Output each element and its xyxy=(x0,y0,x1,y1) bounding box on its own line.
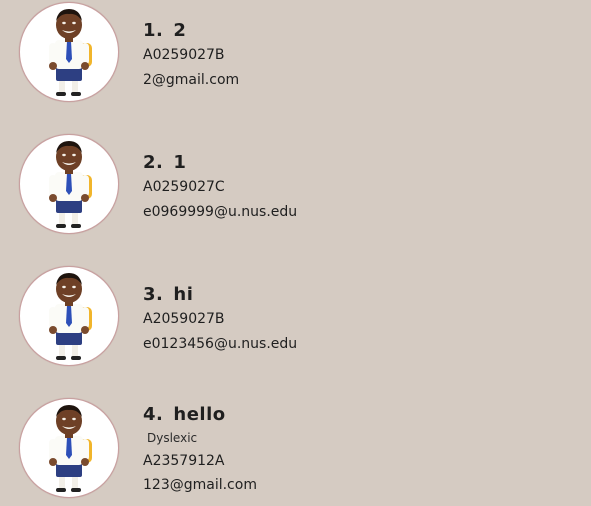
student-avatar-icon xyxy=(19,266,119,366)
person-matric: A0259027C xyxy=(143,179,225,195)
student-avatar-icon xyxy=(19,398,119,498)
person-matric: A2357912A xyxy=(143,453,225,469)
person-email: e0969999@u.nus.edu xyxy=(143,204,298,220)
person-list: 1. 2 A0259027B 2@gmail.com 2. 1 A0259027C … xyxy=(0,0,591,498)
person-index: 4. xyxy=(143,404,164,425)
person-card[interactable]: 2. 1 A0259027C e0969999@u.nus.edu xyxy=(0,132,591,242)
person-tag: Dyslexic xyxy=(147,431,198,445)
person-name-row: 2. 1 xyxy=(143,152,186,173)
person-email: 123@gmail.com xyxy=(143,477,257,493)
person-email: 2@gmail.com xyxy=(143,72,240,88)
person-matric: A0259027B xyxy=(143,47,225,63)
person-name-row: 1. 2 xyxy=(143,20,186,41)
person-card[interactable]: 1. 2 A0259027B 2@gmail.com xyxy=(0,0,591,110)
student-avatar-icon xyxy=(19,2,119,102)
person-index: 2. xyxy=(143,152,164,173)
person-name: hello xyxy=(173,404,226,425)
person-email: e0123456@u.nus.edu xyxy=(143,336,298,352)
person-name-row: 3. hi xyxy=(143,284,193,305)
person-name: hi xyxy=(173,284,194,305)
person-card[interactable]: 4. hello Dyslexic A2357912A 123@gmail.com xyxy=(0,396,591,506)
person-card[interactable]: 3. hi A2059027B e0123456@u.nus.edu xyxy=(0,264,591,374)
person-matric: A2059027B xyxy=(143,311,225,327)
person-name-row: 4. hello xyxy=(143,404,226,425)
person-name: 1 xyxy=(173,152,187,173)
person-index: 3. xyxy=(143,284,164,305)
person-index: 1. xyxy=(143,20,164,41)
student-avatar-icon xyxy=(19,134,119,234)
person-name: 2 xyxy=(173,20,187,41)
